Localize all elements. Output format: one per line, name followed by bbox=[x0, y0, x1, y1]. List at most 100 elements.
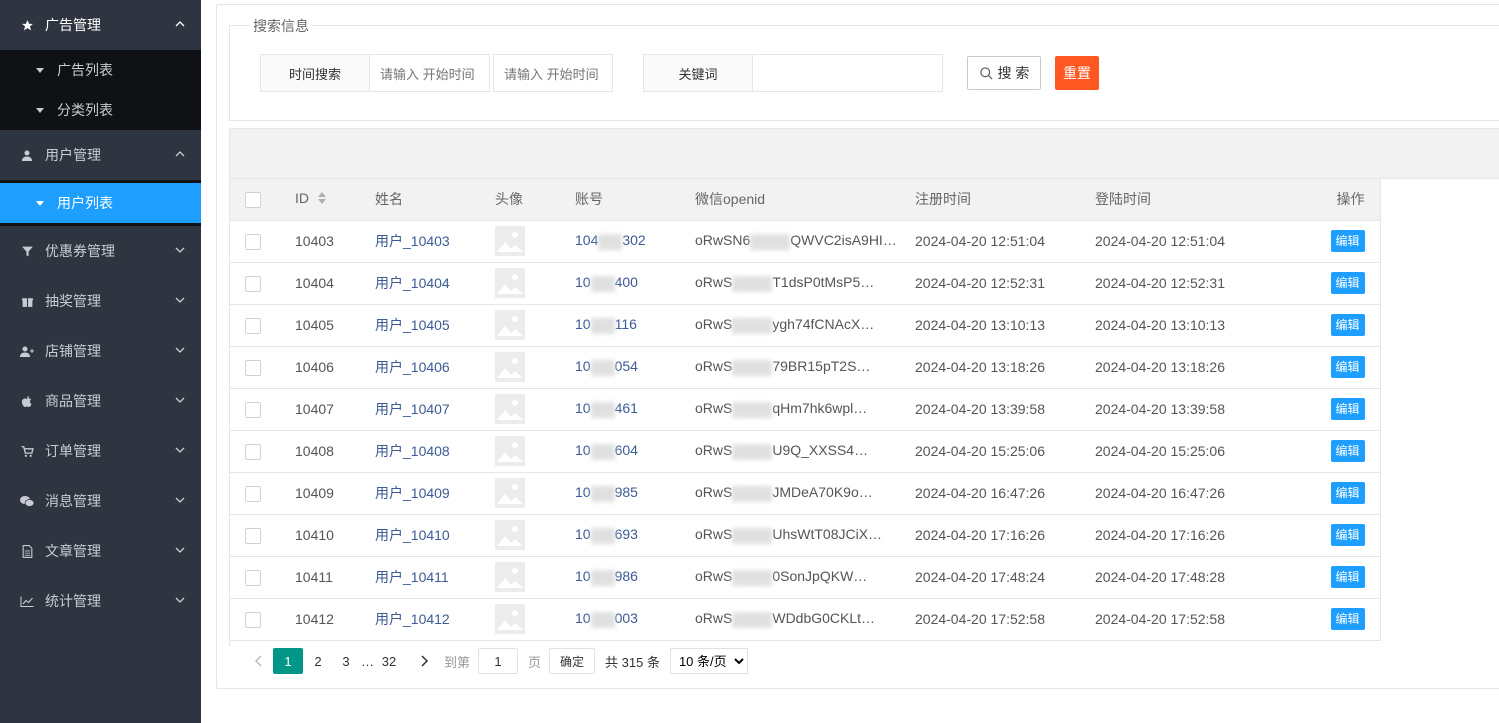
cell-login-time: 2024-04-20 17:52:58 bbox=[1080, 598, 1280, 641]
cell-name[interactable]: 用户_10403 bbox=[360, 220, 480, 263]
account-redaction bbox=[598, 233, 623, 250]
keyword-input[interactable] bbox=[753, 54, 943, 92]
reset-button[interactable]: 重置 bbox=[1055, 56, 1099, 90]
cell-name[interactable]: 用户_10412 bbox=[360, 598, 480, 641]
edit-button[interactable]: 编辑 bbox=[1330, 314, 1365, 336]
nav-coupon-management[interactable]: 优惠券管理 bbox=[0, 226, 201, 276]
cell-openid: oRwS UhsWtT08JCiX… bbox=[680, 514, 900, 557]
sidebar-item-ad-list[interactable]: 广告列表 bbox=[0, 50, 201, 90]
search-button[interactable]: 搜 索 bbox=[967, 56, 1041, 90]
pagination: 1 2 3 … 32 到第 1 页 确定 共 315 条 10 条/页 bbox=[245, 646, 748, 676]
page-size-select[interactable]: 10 条/页 bbox=[669, 648, 748, 674]
avatar-placeholder-icon bbox=[495, 310, 525, 340]
col-login-time: 登陆时间 bbox=[1080, 179, 1280, 221]
cell-openid: oRwS T1dsP0tMsP5… bbox=[680, 262, 900, 305]
row-checkbox[interactable] bbox=[245, 527, 261, 544]
cell-account: 10 400 bbox=[560, 262, 680, 305]
cell-name[interactable]: 用户_10405 bbox=[360, 304, 480, 347]
nav-label: 消息管理 bbox=[45, 493, 101, 509]
row-checkbox[interactable] bbox=[245, 611, 261, 628]
account-suffix: 985 bbox=[614, 484, 638, 501]
account-suffix: 054 bbox=[614, 358, 638, 375]
page-3[interactable]: 3 bbox=[333, 648, 359, 674]
cell-openid: oRwS 79BR15pT2S… bbox=[680, 346, 900, 389]
cell-register-time: 2024-04-20 12:52:31 bbox=[900, 262, 1080, 305]
caret-down-icon bbox=[36, 200, 44, 206]
cell-id: 10403 bbox=[280, 220, 360, 263]
nav-lottery-management[interactable]: 抽奖管理 bbox=[0, 276, 201, 326]
row-checkbox[interactable] bbox=[245, 275, 261, 292]
cell-avatar bbox=[480, 430, 560, 473]
goto-confirm-button[interactable]: 确定 bbox=[549, 648, 596, 674]
cell-avatar bbox=[480, 556, 560, 599]
edit-button[interactable]: 编辑 bbox=[1330, 230, 1365, 252]
account-redaction bbox=[590, 569, 615, 586]
row-checkbox[interactable] bbox=[245, 401, 261, 418]
row-checkbox[interactable] bbox=[245, 359, 261, 376]
cell-actions: 编辑 bbox=[1280, 514, 1381, 557]
cell-id: 10405 bbox=[280, 304, 360, 347]
cell-actions: 编辑 bbox=[1280, 304, 1381, 347]
edit-button[interactable]: 编辑 bbox=[1330, 566, 1365, 588]
chevron-down-icon bbox=[175, 447, 185, 453]
nav-store-management[interactable]: 店铺管理 bbox=[0, 326, 201, 376]
page-2[interactable]: 2 bbox=[305, 648, 331, 674]
row-checkbox[interactable] bbox=[245, 485, 261, 502]
nav-user-management[interactable]: 用户管理 bbox=[0, 130, 201, 180]
cell-name[interactable]: 用户_10406 bbox=[360, 346, 480, 389]
sidebar-item-user-list[interactable]: 用户列表 bbox=[0, 183, 201, 223]
cell-openid: oRwS qHm7hk6wpl… bbox=[680, 388, 900, 431]
edit-button[interactable]: 编辑 bbox=[1330, 272, 1365, 294]
account-suffix: 302 bbox=[622, 232, 646, 249]
cell-actions: 编辑 bbox=[1280, 472, 1381, 515]
row-checkbox[interactable] bbox=[245, 233, 261, 250]
edit-button[interactable]: 编辑 bbox=[1330, 356, 1365, 378]
search-row: 时间搜索 请输入 开始时间 请输入 开始时间 关键词 搜 索 重置 bbox=[260, 54, 1099, 92]
col-id[interactable]: ID bbox=[280, 179, 360, 221]
cell-register-time: 2024-04-20 15:25:06 bbox=[900, 430, 1080, 473]
select-all-checkbox[interactable] bbox=[245, 191, 261, 208]
edit-button[interactable]: 编辑 bbox=[1330, 440, 1365, 462]
cell-name[interactable]: 用户_10408 bbox=[360, 430, 480, 473]
end-time-input[interactable]: 请输入 开始时间 bbox=[493, 54, 613, 92]
page-last[interactable]: 32 bbox=[376, 648, 402, 674]
nav-label: 文章管理 bbox=[45, 543, 101, 559]
cell-name[interactable]: 用户_10410 bbox=[360, 514, 480, 557]
sidebar-item-category-list[interactable]: 分类列表 bbox=[0, 90, 201, 130]
nav-article-management[interactable]: 文章管理 bbox=[0, 526, 201, 576]
page-ellipsis: … bbox=[361, 653, 374, 669]
nav-stats-management[interactable]: 统计管理 bbox=[0, 576, 201, 626]
cell-actions: 编辑 bbox=[1280, 346, 1381, 389]
edit-button[interactable]: 编辑 bbox=[1330, 398, 1365, 420]
cell-register-time: 2024-04-20 13:10:13 bbox=[900, 304, 1080, 347]
edit-button[interactable]: 编辑 bbox=[1330, 524, 1365, 546]
nav-product-management[interactable]: 商品管理 bbox=[0, 376, 201, 426]
nav-order-management[interactable]: 订单管理 bbox=[0, 426, 201, 476]
edit-button[interactable]: 编辑 bbox=[1330, 608, 1365, 630]
page-1[interactable]: 1 bbox=[273, 648, 303, 674]
row-checkbox[interactable] bbox=[245, 569, 261, 586]
nav-sub-users: 用户列表 bbox=[0, 180, 201, 226]
cell-login-time: 2024-04-20 12:51:04 bbox=[1080, 220, 1280, 263]
star-icon bbox=[20, 18, 34, 32]
nav-message-management[interactable]: 消息管理 bbox=[0, 476, 201, 526]
prev-page-icon[interactable] bbox=[245, 648, 271, 674]
sort-icon[interactable] bbox=[317, 191, 327, 208]
next-page-icon[interactable] bbox=[412, 648, 438, 674]
start-time-input[interactable]: 请输入 开始时间 bbox=[370, 54, 490, 92]
cell-name[interactable]: 用户_10404 bbox=[360, 262, 480, 305]
cell-id: 10406 bbox=[280, 346, 360, 389]
row-checkbox[interactable] bbox=[245, 317, 261, 334]
cell-avatar bbox=[480, 388, 560, 431]
nav-ad-management[interactable]: 广告管理 bbox=[0, 0, 201, 50]
cell-name[interactable]: 用户_10411 bbox=[360, 556, 480, 599]
account-redaction bbox=[590, 359, 615, 376]
openid-suffix: 0SonJpQKW… bbox=[772, 568, 868, 585]
goto-page-input[interactable]: 1 bbox=[478, 648, 519, 674]
cell-name[interactable]: 用户_10409 bbox=[360, 472, 480, 515]
row-checkbox[interactable] bbox=[245, 443, 261, 460]
cell-name[interactable]: 用户_10407 bbox=[360, 388, 480, 431]
nav-group-users: 用户管理 用户列表 bbox=[0, 130, 201, 226]
account-suffix: 116 bbox=[614, 316, 637, 333]
edit-button[interactable]: 编辑 bbox=[1330, 482, 1365, 504]
